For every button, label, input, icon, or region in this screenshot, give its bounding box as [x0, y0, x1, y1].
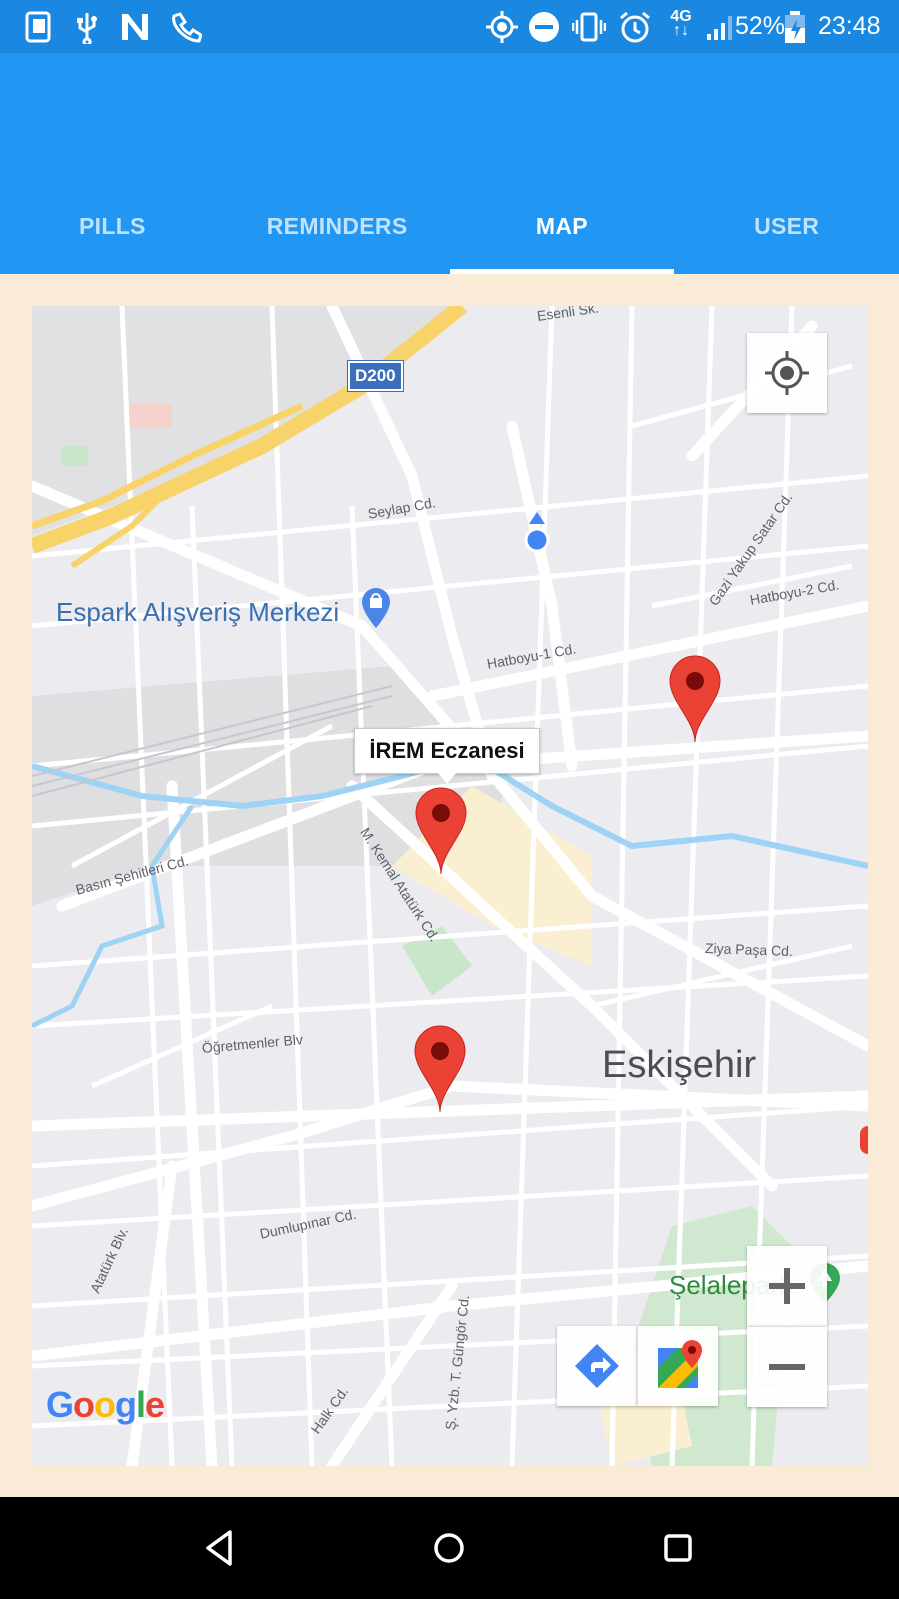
back-icon — [206, 1530, 232, 1566]
phone-icon — [22, 10, 56, 44]
tab-reminders[interactable]: REMINDERS — [225, 198, 450, 274]
location-icon — [485, 10, 519, 44]
pharmacy-pin[interactable] — [413, 1024, 467, 1114]
zoom-out-button[interactable] — [747, 1326, 827, 1407]
tab-map[interactable]: MAP — [449, 198, 675, 274]
battery-icon — [783, 10, 807, 44]
status-bar: 4G ↑↓ 52% 23:48 — [0, 0, 899, 53]
pharmacy-pin[interactable] — [668, 654, 722, 744]
google-logo: Google — [46, 1384, 165, 1425]
network-4g-icon: 4G ↑↓ — [670, 8, 692, 39]
home-button[interactable] — [427, 1526, 471, 1570]
back-button[interactable] — [198, 1526, 242, 1570]
my-location-button[interactable] — [747, 333, 827, 413]
alarm-icon — [618, 10, 652, 44]
app-bar: PILLS REMINDERS MAP USER — [0, 53, 899, 274]
map-view[interactable]: Esenli Sk. Seylap Cd. Gazi Yakup Satar C… — [32, 306, 868, 1466]
network-type-label: 4G — [670, 8, 692, 25]
highway-shield: D200 — [348, 361, 403, 391]
crosshair-icon — [765, 351, 809, 395]
usb-icon — [70, 10, 104, 47]
pharmacy-pin-selected[interactable] — [414, 786, 468, 876]
navigation-bar — [0, 1497, 899, 1599]
directions-button[interactable] — [557, 1326, 637, 1406]
home-icon — [434, 1533, 464, 1563]
n-notification-icon — [118, 10, 152, 44]
pharmacy-info-window[interactable]: İREM Eczanesi — [354, 728, 540, 784]
recents-icon — [664, 1534, 692, 1562]
google-maps-icon — [658, 1340, 702, 1388]
call-icon — [168, 10, 203, 44]
tab-pills[interactable]: PILLS — [0, 198, 225, 274]
signal-icon — [703, 10, 737, 44]
poi-label[interactable]: Espark Alışveriş Merkezi — [56, 597, 339, 628]
current-location-icon — [522, 512, 552, 553]
pharmacy-pin-partial[interactable] — [860, 1126, 868, 1154]
tab-user[interactable]: USER — [674, 198, 899, 274]
vibrate-icon — [571, 10, 607, 44]
open-in-maps-button[interactable] — [637, 1326, 718, 1406]
plus-icon — [769, 1268, 805, 1304]
street-label: Ziya Paşa Cd. — [704, 940, 794, 960]
shopping-icon[interactable] — [360, 586, 392, 630]
battery-percent: 52% — [735, 12, 786, 40]
recents-button[interactable] — [656, 1526, 700, 1570]
directions-icon — [575, 1344, 619, 1388]
do-not-disturb-icon — [527, 10, 561, 44]
clock: 23:48 — [818, 12, 881, 40]
minus-icon — [769, 1364, 805, 1370]
city-label: Eskişehir — [602, 1044, 757, 1086]
zoom-in-button[interactable] — [747, 1246, 827, 1326]
tab-bar: PILLS REMINDERS MAP USER — [0, 198, 899, 274]
